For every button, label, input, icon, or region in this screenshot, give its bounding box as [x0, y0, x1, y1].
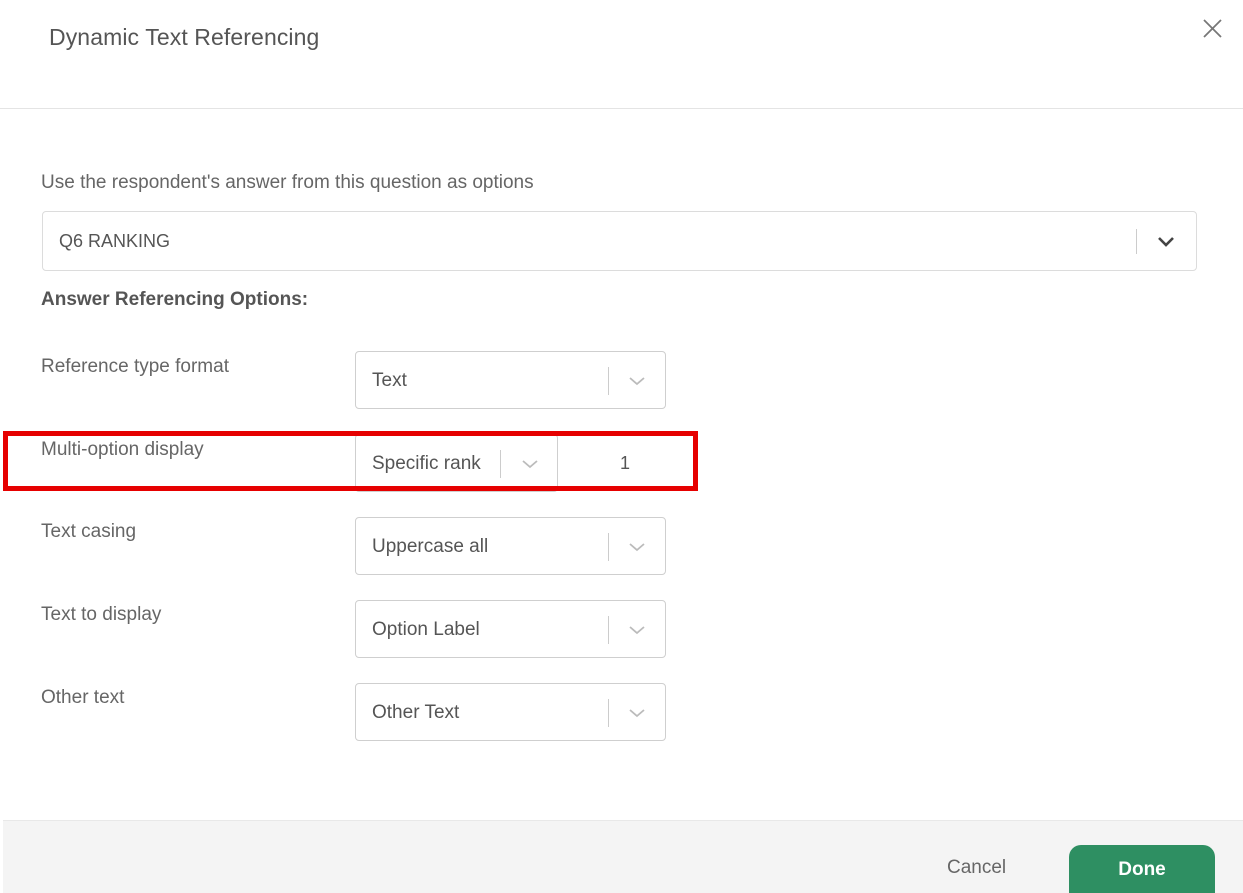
select-divider [500, 450, 501, 478]
dialog-title: Dynamic Text Referencing [49, 24, 320, 50]
other-text-value: Other Text [372, 702, 460, 723]
reference-type-select[interactable]: Text [355, 351, 666, 409]
question-select[interactable]: Q6 RANKING [42, 211, 1197, 271]
question-select-value: Q6 RANKING [59, 231, 171, 251]
text-to-display-select[interactable]: Option Label [355, 600, 666, 658]
select-divider [608, 367, 609, 395]
dialog-header: Dynamic Text Referencing [0, 0, 1243, 109]
chevron-down-icon [629, 543, 645, 552]
dialog: Dynamic Text Referencing Use the respond… [0, 0, 1243, 893]
multi-option-select[interactable]: Specific rank [355, 434, 558, 492]
select-divider [608, 533, 609, 561]
reference-type-value: Text [372, 370, 407, 391]
chevron-down-icon [629, 709, 645, 718]
text-casing-label: Text casing [41, 521, 137, 542]
chevron-down-icon [1158, 237, 1174, 247]
done-button[interactable]: Done [1069, 845, 1215, 893]
rank-number-input[interactable] [558, 438, 692, 488]
chevron-down-icon [629, 626, 645, 635]
close-icon [1203, 19, 1222, 38]
chevron-down-icon [522, 460, 538, 469]
other-text-select[interactable]: Other Text [355, 683, 666, 741]
multi-option-label: Multi-option display [41, 439, 204, 460]
text-to-display-label: Text to display [41, 604, 162, 625]
chevron-down-icon [629, 377, 645, 386]
text-to-display-value: Option Label [372, 619, 480, 640]
select-divider [608, 699, 609, 727]
dialog-footer [3, 820, 1243, 893]
multi-option-value: Specific rank [372, 453, 481, 474]
cancel-button[interactable]: Cancel [947, 857, 1006, 879]
select-divider [1136, 229, 1137, 254]
close-button[interactable] [1198, 14, 1228, 44]
text-casing-value: Uppercase all [372, 536, 489, 557]
other-text-label: Other text [41, 687, 125, 708]
reference-type-label: Reference type format [41, 356, 229, 377]
text-casing-select[interactable]: Uppercase all [355, 517, 666, 575]
question-source-label: Use the respondent's answer from this qu… [41, 172, 534, 193]
select-divider [608, 616, 609, 644]
section-title: Answer Referencing Options: [41, 289, 309, 310]
